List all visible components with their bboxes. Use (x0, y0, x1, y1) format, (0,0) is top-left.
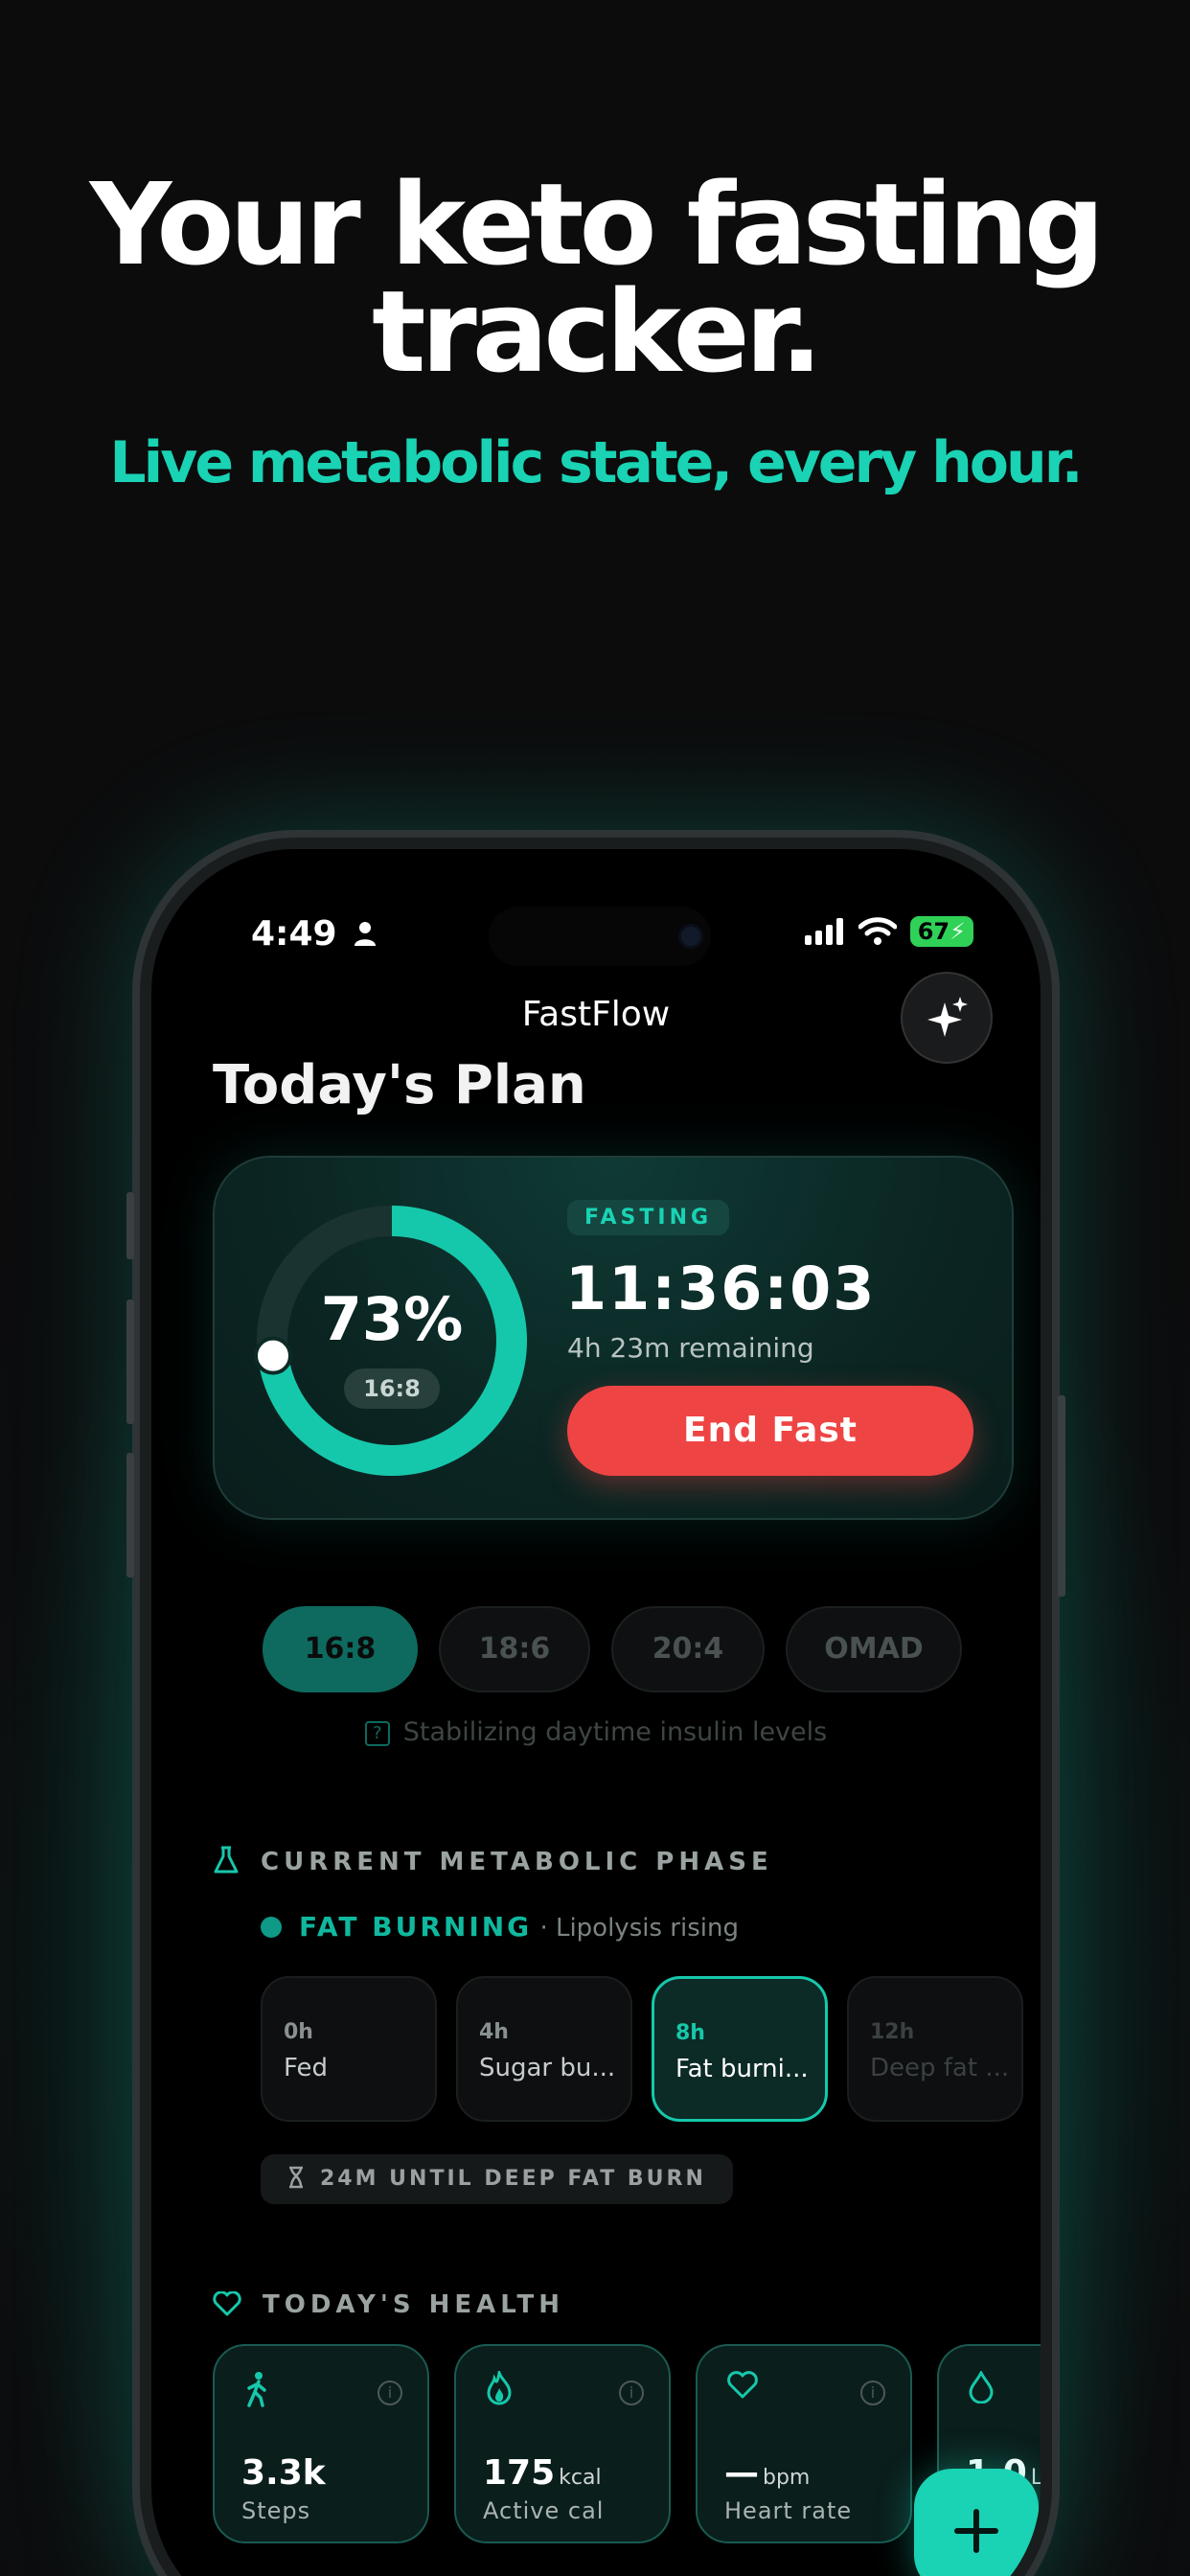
status-bar: 4:49 67⚡ (151, 907, 1041, 966)
volume-up-button (126, 1300, 134, 1424)
page-title: Today's Plan (213, 1054, 586, 1116)
heart-rate-value: — bpm (724, 2453, 810, 2493)
phase-card-fat-burning[interactable]: 8h Fat burni... (652, 1976, 828, 2122)
progress-percent: 73% (320, 1284, 464, 1354)
walking-icon (247, 2372, 266, 2407)
fasting-status-badge: FASTING (567, 1200, 730, 1235)
plan-option-16-8[interactable]: 16:8 (263, 1606, 418, 1692)
phase-indicator-dot (261, 1917, 282, 1938)
sparkle-icon (927, 997, 968, 1037)
phase-name: Sugar bu... (479, 2054, 616, 2082)
phase-hour: 0h (284, 2020, 313, 2044)
mute-switch (126, 1192, 134, 1259)
status-time: 4:49 (251, 914, 378, 954)
current-phase-name: FAT BURNING (299, 1911, 533, 1943)
plan-option-omad[interactable]: OMAD (786, 1606, 962, 1692)
active-calories-card[interactable]: i 175 kcal Active cal (454, 2344, 671, 2543)
camera-icon (678, 924, 703, 949)
plan-description: ? Stabilizing daytime insulin levels (151, 1717, 1041, 1747)
elapsed-timer: 11:36:03 (565, 1254, 877, 1323)
metabolic-section-title: CURRENT METABOLIC PHASE (261, 1848, 773, 1876)
steps-card[interactable]: i 3.3k Steps (213, 2344, 429, 2543)
headline-line-1: Your keto fasting (89, 158, 1105, 290)
phase-timeline: 0h Fed 4h Sugar bu... 8h Fat burni... 12… (261, 1976, 1023, 2122)
metabolic-section-header: CURRENT METABOLIC PHASE (213, 1846, 773, 1876)
heart-icon (727, 2371, 758, 2399)
phone-frame: 4:49 67⚡ FastFlow Today's Plan 73% 16:8 … (126, 830, 1065, 2576)
heart-rate-number: — (724, 2453, 759, 2493)
headline-line-2: tracker. (372, 265, 823, 398)
flask-icon (214, 1846, 239, 1874)
volume-down-button (126, 1453, 134, 1577)
deep-fat-burn-countdown: 24M UNTIL DEEP FAT BURN (261, 2154, 733, 2204)
help-icon[interactable]: ? (364, 1720, 390, 1746)
phone-bezel: 4:49 67⚡ FastFlow Today's Plan 73% 16:8 … (140, 838, 1052, 2576)
active-calories-unit: kcal (559, 2466, 602, 2490)
flame-icon (487, 2371, 512, 2405)
active-calories-number: 175 (483, 2453, 556, 2493)
phase-hour: 8h (675, 2021, 705, 2045)
phase-card-fed[interactable]: 0h Fed (261, 1976, 437, 2122)
heart-outline-icon (213, 2290, 241, 2316)
battery-level: 67 (917, 918, 950, 945)
steps-number: 3.3k (241, 2453, 326, 2493)
phase-name: Fed (284, 2054, 329, 2082)
water-drop-icon (969, 2371, 994, 2404)
steps-value: 3.3k (241, 2453, 326, 2493)
info-icon[interactable]: i (619, 2380, 644, 2405)
steps-label: Steps (241, 2497, 311, 2524)
health-section-header: TODAY'S HEALTH (213, 2290, 564, 2319)
phase-name: Fat burni... (675, 2055, 809, 2083)
phase-hour: 4h (479, 2020, 509, 2044)
hourglass-icon (289, 2166, 303, 2189)
current-phase-subtitle: · Lipolysis rising (539, 1914, 739, 1943)
health-section-title: TODAY'S HEALTH (263, 2290, 565, 2319)
plan-tag: 16:8 (344, 1368, 440, 1409)
countdown-text: 24M UNTIL DEEP FAT BURN (320, 2167, 706, 2191)
plan-option-20-4[interactable]: 20:4 (611, 1606, 765, 1692)
info-icon[interactable]: i (860, 2380, 885, 2405)
marketing-subline: Live metabolic state, every hour. (109, 429, 1083, 496)
fasting-timer-card: 73% 16:8 FASTING 11:36:03 4h 23m remaini… (213, 1156, 1014, 1520)
plan-option-18-6[interactable]: 18:6 (439, 1606, 590, 1692)
heart-rate-card[interactable]: i — bpm Heart rate (696, 2344, 912, 2543)
status-time-text: 4:49 (251, 914, 337, 954)
heart-rate-label: Heart rate (724, 2497, 853, 2524)
phase-card-sugar-burning[interactable]: 4h Sugar bu... (456, 1976, 632, 2122)
marketing-headline: Your keto fasting tracker. (0, 158, 1190, 398)
wifi-icon (858, 917, 897, 945)
phase-hour: 12h (870, 2020, 915, 2044)
power-button (1058, 1395, 1065, 1597)
phase-card-deep-fat-burn[interactable]: 12h Deep fat ... (847, 1976, 1023, 2122)
add-button[interactable] (914, 2469, 1039, 2576)
heart-rate-unit: bpm (763, 2466, 811, 2490)
ai-assistant-button[interactable] (901, 972, 993, 1064)
plus-icon (954, 2509, 998, 2553)
active-calories-label: Active cal (483, 2497, 605, 2524)
end-fast-button[interactable]: End Fast (567, 1386, 973, 1476)
plan-selector: 16:8 18:6 20:4 OMAD (263, 1606, 962, 1692)
phase-name: Deep fat ... (870, 2054, 1010, 2082)
status-icons: 67⚡ (804, 916, 973, 947)
remaining-time: 4h 23m remaining (567, 1332, 814, 1364)
current-phase: FAT BURNING · Lipolysis rising (261, 1911, 739, 1943)
info-icon[interactable]: i (378, 2380, 402, 2405)
active-calories-value: 175 kcal (483, 2453, 602, 2493)
plan-note-text: Stabilizing daytime insulin levels (402, 1717, 828, 1747)
person-icon (355, 922, 377, 946)
app-screen: 4:49 67⚡ FastFlow Today's Plan 73% 16:8 … (151, 849, 1041, 2576)
battery-indicator: 67⚡ (909, 916, 973, 947)
cellular-signal-icon (804, 918, 843, 945)
